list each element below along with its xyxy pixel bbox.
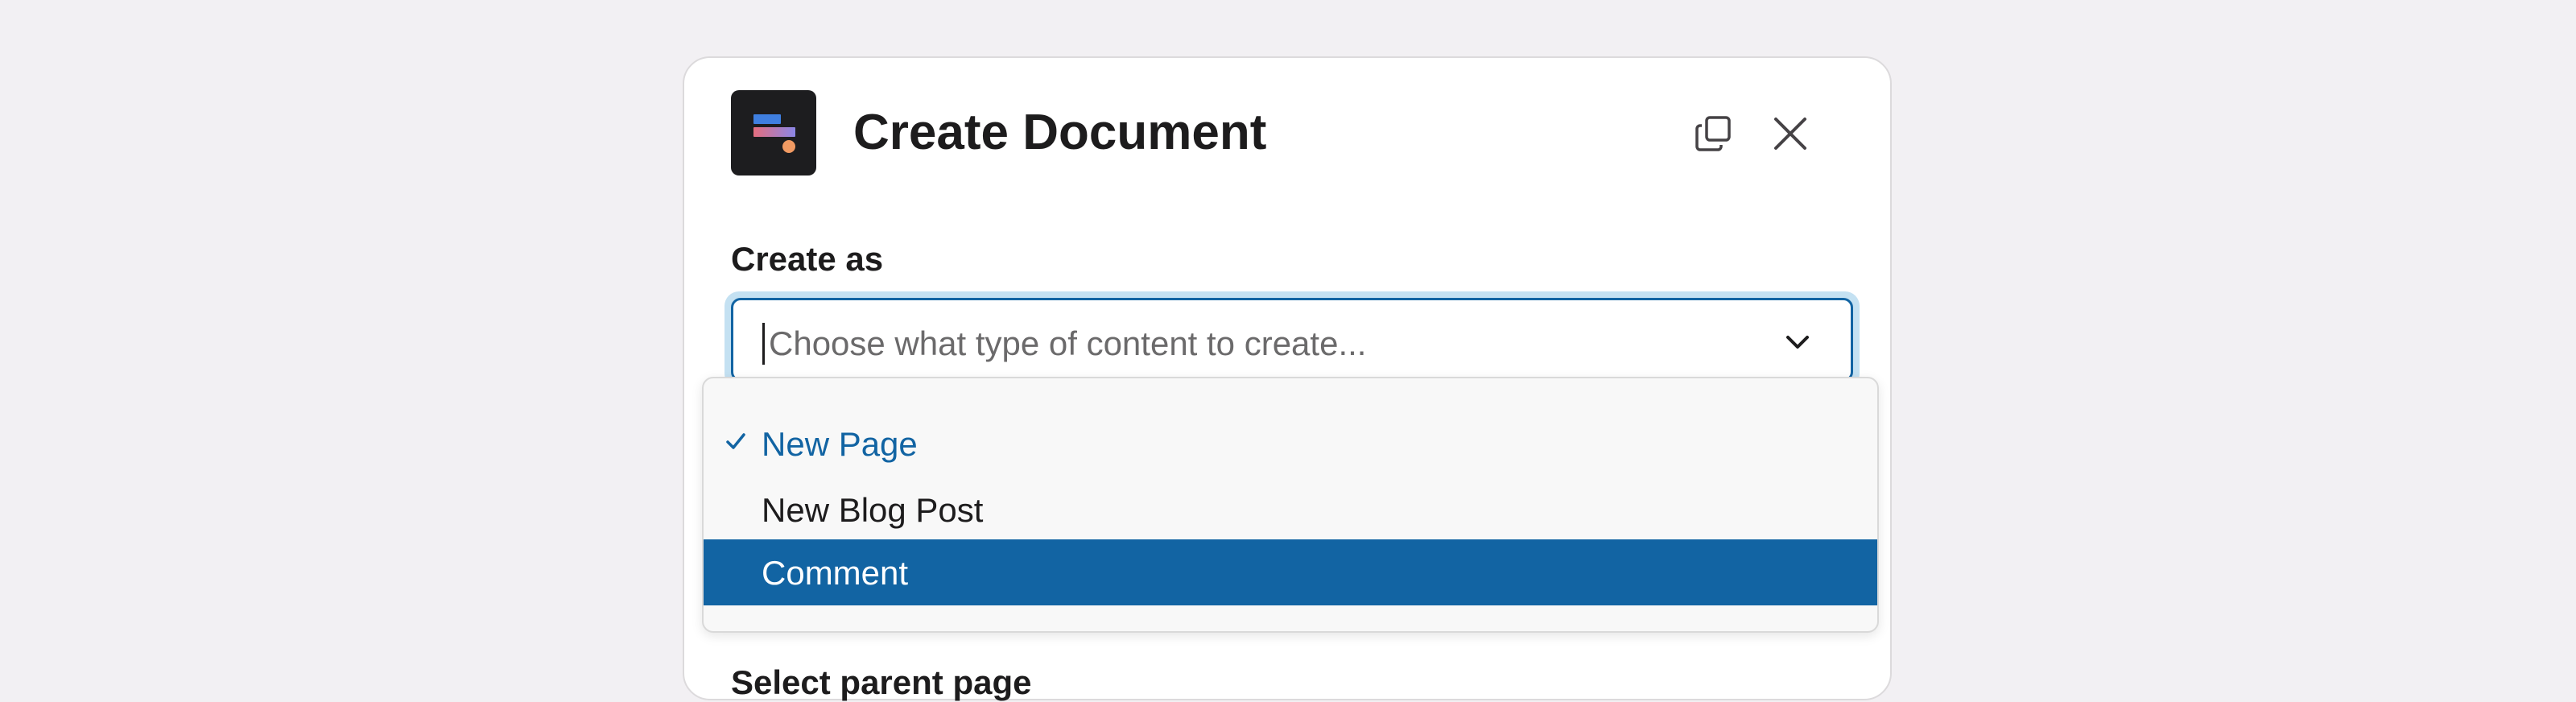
create-as-focus-ring: Choose what type of content to create... xyxy=(724,291,1860,388)
option-label: Comment xyxy=(762,554,909,592)
option-label: New Page xyxy=(762,425,918,463)
close-button[interactable] xyxy=(1761,105,1819,163)
modal-title: Create Document xyxy=(853,105,1267,160)
checkmark-icon xyxy=(726,433,745,449)
create-as-label: Create as xyxy=(731,240,884,278)
copy-icon xyxy=(1695,116,1731,151)
content-type-dropdown: New Page New Blog Post Comment xyxy=(702,377,1879,633)
create-as-placeholder: Choose what type of content to create... xyxy=(769,324,1367,362)
copy-button[interactable] xyxy=(1684,105,1742,163)
create-as-select[interactable]: Choose what type of content to create... xyxy=(731,298,1853,382)
option-new-blog-post[interactable]: New Blog Post xyxy=(704,477,1877,543)
text-caret xyxy=(762,323,765,365)
option-label: New Blog Post xyxy=(762,491,984,529)
app-logo-icon xyxy=(731,90,816,176)
close-icon xyxy=(1774,118,1806,150)
option-comment[interactable]: Comment xyxy=(704,539,1877,605)
select-parent-page-label: Select parent page xyxy=(731,663,1032,701)
chevron-down-icon[interactable] xyxy=(1783,331,1812,355)
option-new-page[interactable]: New Page xyxy=(704,411,1877,477)
